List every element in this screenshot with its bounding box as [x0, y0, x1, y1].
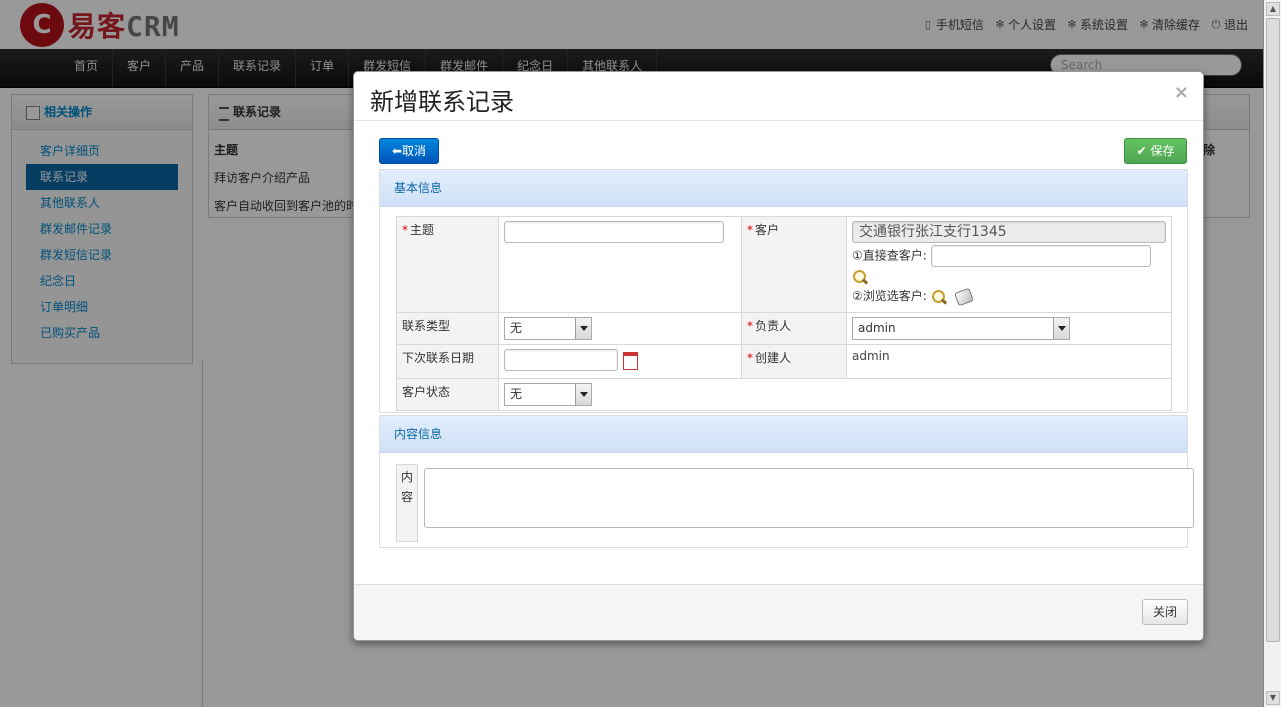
search-icon[interactable] — [852, 269, 868, 285]
direct-lookup-input[interactable] — [930, 245, 1151, 267]
arrow-left-icon: ⬅ — [391, 144, 403, 158]
modal-title: 新增联系记录 — [370, 88, 514, 116]
footer-close-button[interactable]: 关闭 — [1142, 599, 1188, 625]
content-info-section: 内容信息 内容 — [379, 415, 1194, 548]
scroll-down-arrow-icon[interactable]: ▼ — [1266, 691, 1280, 705]
owner-select[interactable]: admin — [852, 317, 1070, 340]
content-label: 内容 — [396, 464, 418, 542]
customer-status-select[interactable]: 无 — [504, 383, 592, 406]
new-contact-record-modal: 新增联系记录 × ⬅取消 ✔ 保存 基本信息 * 主题 * 客户 交通银行张江支行1… — [353, 71, 1204, 641]
subject-label: * 主题 — [396, 216, 499, 313]
owner-label: * 负责人 — [741, 312, 847, 345]
basic-info-section: 基本信息 * 主题 * 客户 交通银行张江支行1345 ①直接查客户: ②浏览选… — [379, 169, 1188, 413]
creator-value: admin — [846, 344, 1172, 379]
cancel-button[interactable]: ⬅取消 — [379, 138, 439, 164]
browse-search-icon[interactable] — [931, 289, 947, 305]
check-icon: ✔ — [1136, 144, 1147, 158]
scrollbar-thumb[interactable] — [1266, 18, 1280, 642]
customer-status-label: 客户状态 — [396, 378, 499, 411]
content-textarea[interactable] — [424, 468, 1194, 528]
calendar-icon[interactable] — [618, 349, 642, 370]
next-date-input[interactable] — [504, 349, 618, 371]
direct-lookup-label: ①直接查客户: — [852, 248, 927, 263]
subject-input[interactable] — [504, 221, 724, 243]
modal-footer: 关闭 — [354, 584, 1203, 640]
modal-header: 新增联系记录 × — [354, 72, 1203, 121]
customer-field: 交通银行张江支行1345 — [852, 221, 1166, 243]
chevron-down-icon — [1053, 318, 1069, 339]
creator-label: * 创建人 — [741, 344, 847, 379]
contact-type-label: 联系类型 — [396, 312, 499, 345]
basic-info-form: * 主题 * 客户 交通银行张江支行1345 ①直接查客户: ②浏览选客户: 联… — [396, 216, 1172, 411]
contact-type-select[interactable]: 无 — [504, 317, 592, 340]
save-button[interactable]: ✔ 保存 — [1124, 138, 1187, 164]
customer-label: * 客户 — [741, 216, 847, 313]
browse-customer-label: ②浏览选客户: — [852, 289, 927, 303]
close-icon[interactable]: × — [1174, 82, 1189, 103]
next-date-label: 下次联系日期 — [396, 344, 499, 379]
eraser-icon[interactable] — [954, 287, 975, 306]
scroll-up-arrow-icon[interactable]: ▲ — [1266, 2, 1280, 16]
modal-body: ⬅取消 ✔ 保存 基本信息 * 主题 * 客户 交通银行张江支行1345 ①直接查客… — [354, 121, 1203, 585]
page-scrollbar[interactable]: ▲ ▼ — [1263, 0, 1281, 707]
chevron-down-icon — [575, 384, 591, 405]
chevron-down-icon — [575, 318, 591, 339]
section-title-basic: 基本信息 — [380, 170, 1187, 207]
section-title-content: 内容信息 — [380, 416, 1187, 453]
